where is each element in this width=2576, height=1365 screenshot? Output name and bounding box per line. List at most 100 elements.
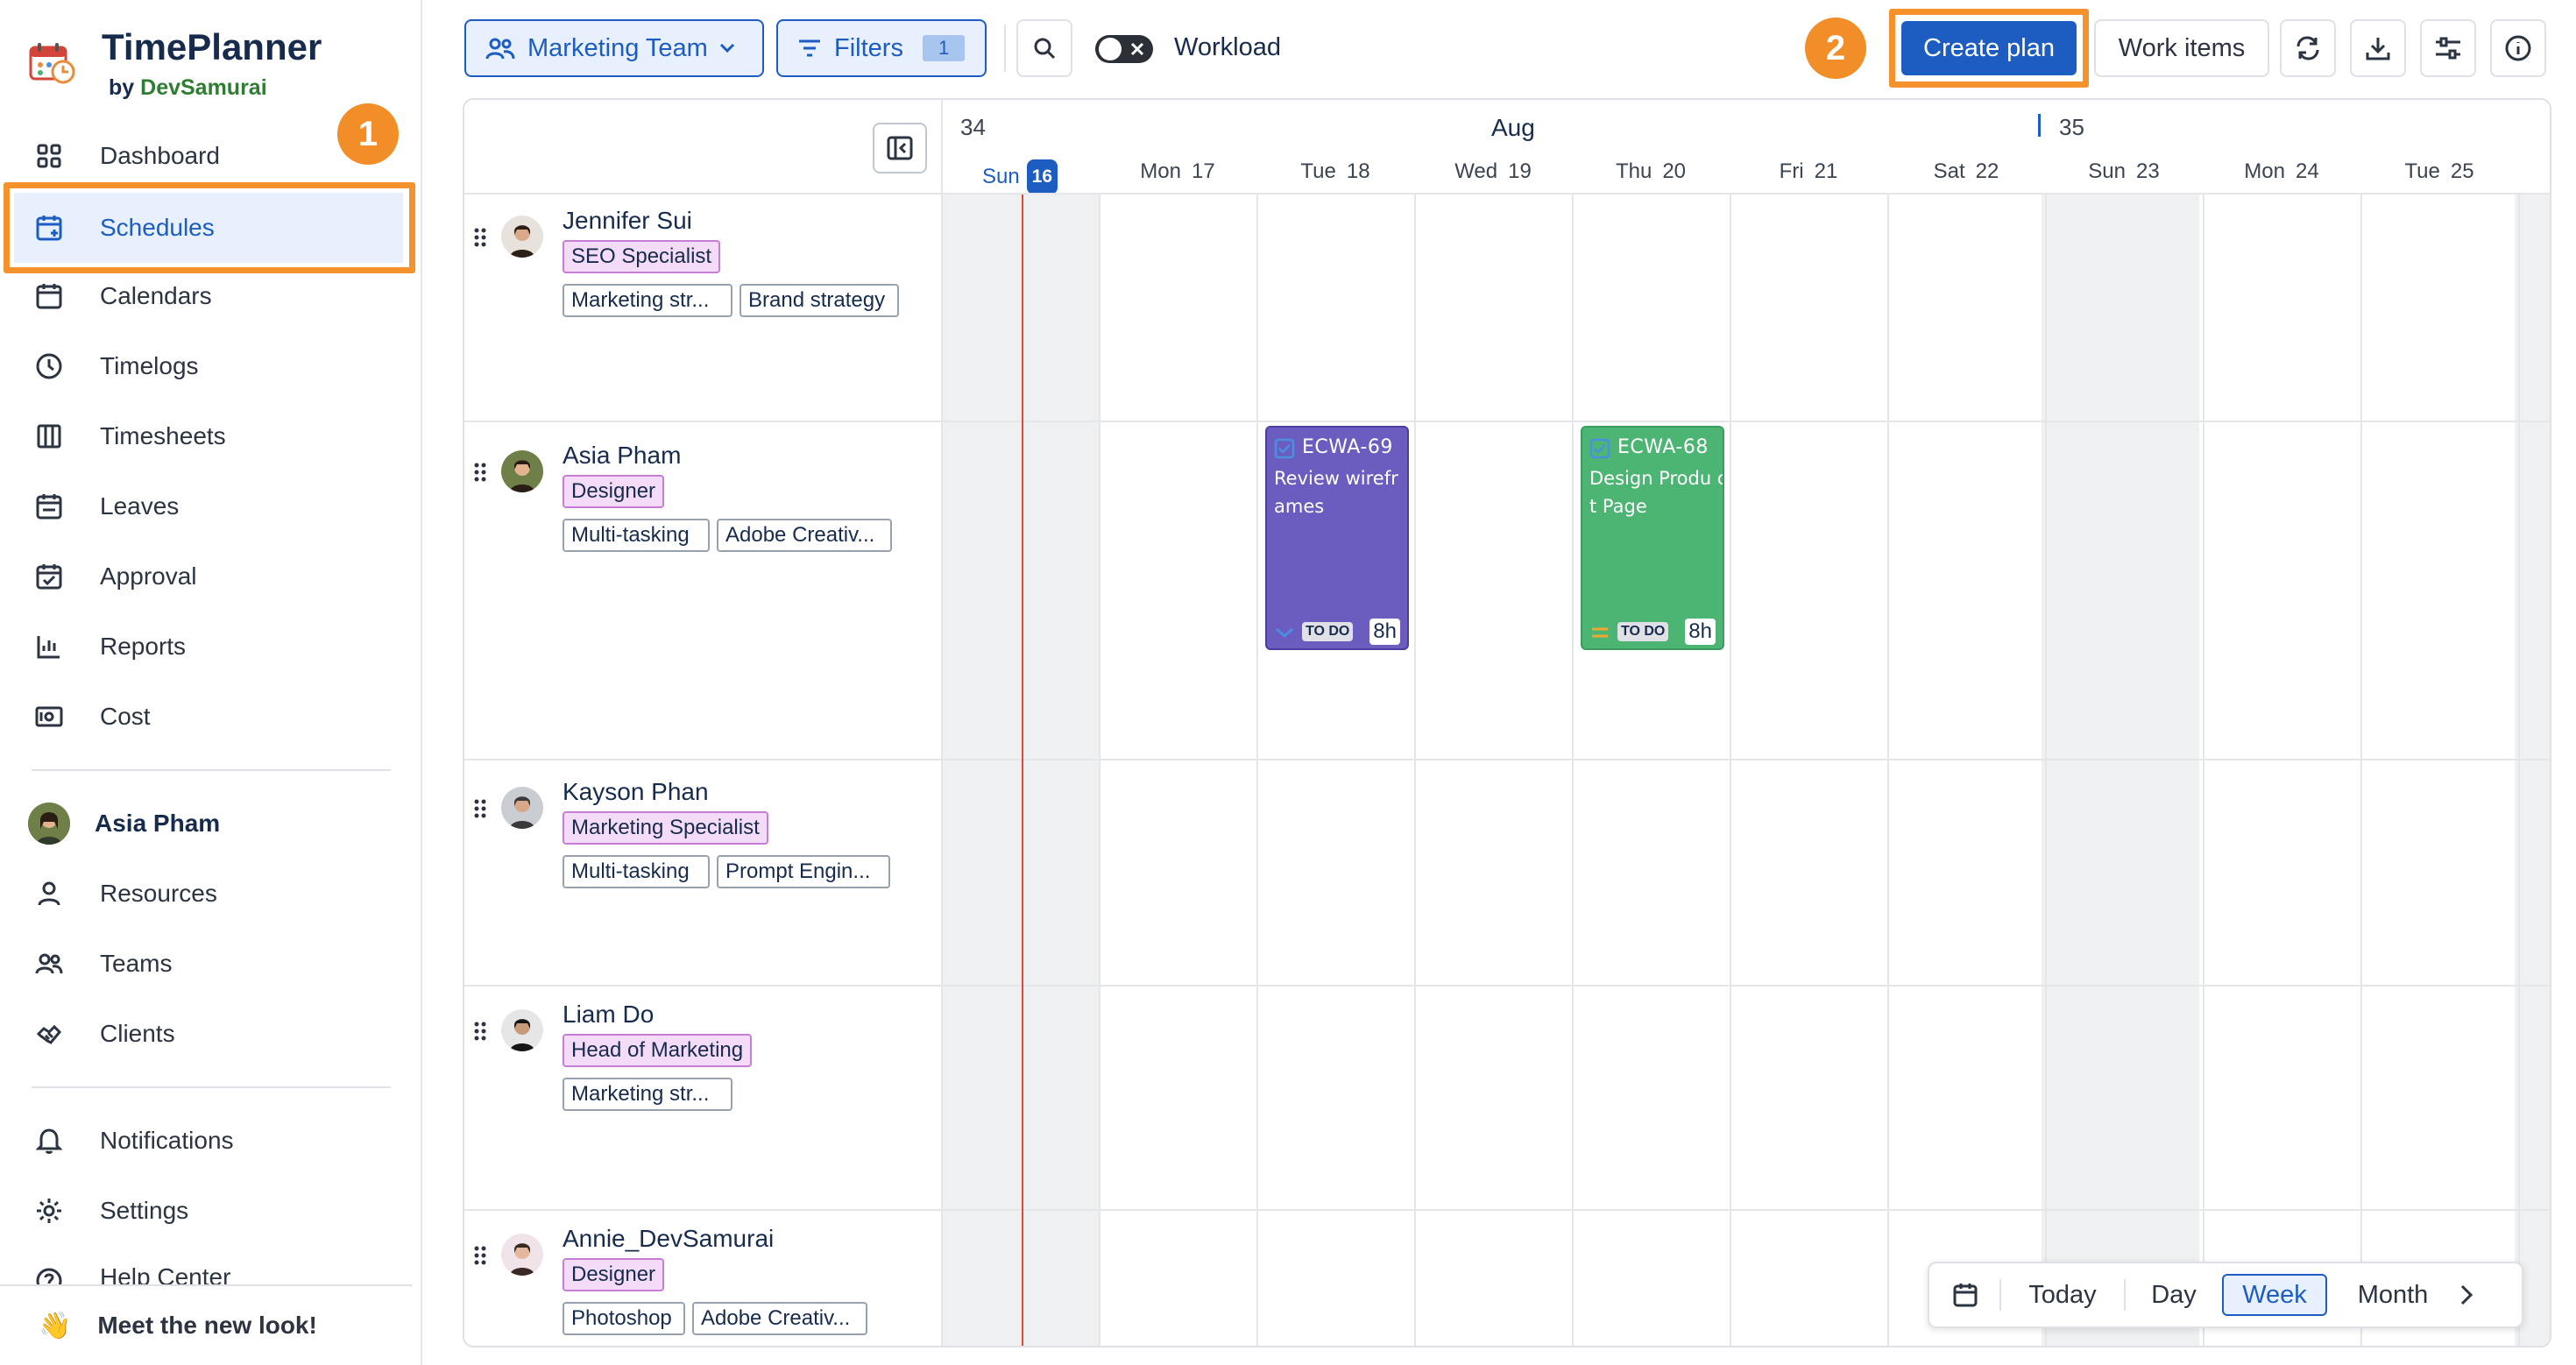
row-divider bbox=[464, 759, 2550, 760]
sidebar-item-help-center[interactable]: Help Center bbox=[9, 1248, 405, 1284]
view-switcher: Today Day Week Month bbox=[1928, 1262, 2523, 1328]
meet-new-look-banner[interactable]: 👋 Meet the new look! bbox=[0, 1284, 412, 1365]
chevron-right-icon[interactable] bbox=[2459, 1284, 2474, 1306]
role-tag: Designer bbox=[563, 475, 665, 508]
sidebar-item-reports[interactable]: Reports bbox=[9, 613, 405, 680]
sidebar-item-settings[interactable]: Settings bbox=[9, 1178, 405, 1244]
bell-icon bbox=[32, 1123, 67, 1158]
header-bottom-line bbox=[464, 193, 2550, 194]
sidebar-item-label: Teams bbox=[100, 950, 173, 977]
day-number: 19 bbox=[1508, 159, 1532, 183]
sidebar-item-label: Help Center bbox=[100, 1263, 231, 1284]
row-divider bbox=[464, 1209, 2550, 1211]
sidebar-item-schedules[interactable]: Schedules bbox=[14, 193, 403, 263]
filters-button[interactable]: Filters 1 bbox=[776, 19, 987, 77]
day-header: Tue 25 bbox=[2360, 159, 2518, 184]
refresh-button[interactable] bbox=[2280, 19, 2336, 77]
sidebar-item-label: Resources bbox=[100, 880, 217, 907]
sidebar-item-label: Schedules bbox=[100, 214, 215, 241]
download-button[interactable] bbox=[2350, 19, 2406, 77]
resource-name: Annie_DevSamurai bbox=[563, 1225, 775, 1252]
day-of-week: Sat bbox=[1933, 159, 1965, 183]
sidebar-item-cost[interactable]: Cost bbox=[9, 683, 405, 750]
week-number-35: 35 bbox=[2059, 114, 2084, 140]
day-header: Tue 18 bbox=[1256, 159, 1414, 184]
app-brand: DevSamurai bbox=[140, 75, 267, 100]
drag-handle-icon[interactable] bbox=[473, 1244, 487, 1267]
meet-new-look-label: Meet the new look! bbox=[97, 1312, 317, 1339]
column-line bbox=[1256, 194, 1258, 1346]
team-select[interactable]: Marketing Team bbox=[464, 19, 764, 77]
column-line bbox=[2360, 194, 2362, 1346]
month-view-button[interactable]: Month bbox=[2327, 1274, 2459, 1316]
day-header: Sat 22 bbox=[1887, 159, 2045, 184]
skill-tag: Prompt Engin... bbox=[717, 855, 890, 888]
create-plan-button[interactable]: Create plan bbox=[1901, 21, 2077, 75]
resource-avatar bbox=[501, 1234, 543, 1276]
handshake-icon bbox=[32, 1016, 67, 1051]
settings-sliders-button[interactable] bbox=[2420, 19, 2476, 77]
weekend-column bbox=[941, 194, 1099, 1346]
task-card[interactable]: ECWA-68 Design Produ ct Page TO DO 8h bbox=[1581, 426, 1724, 650]
column-line bbox=[1730, 194, 1731, 1346]
skill-tag: Brand strategy bbox=[740, 284, 899, 317]
waving-hand-icon: 👋 bbox=[39, 1311, 72, 1340]
schedule-grid: 34 Aug 35 Sun 16 Mon 17 Tue 18 Wed 19 Thu 20 Fri 21… bbox=[463, 98, 2551, 1347]
day-of-week: Mon bbox=[1140, 159, 1181, 183]
resource-avatar bbox=[501, 1009, 543, 1051]
sidebar-item-approval[interactable]: Approval bbox=[9, 543, 405, 610]
info-icon bbox=[2504, 34, 2532, 62]
today-button[interactable]: Today bbox=[2001, 1274, 2124, 1316]
month-label: Aug bbox=[1491, 114, 1535, 141]
sidebar-item-label: Settings bbox=[100, 1197, 189, 1224]
resource-avatar bbox=[501, 450, 543, 492]
close-icon bbox=[1130, 42, 1144, 56]
filters-count-badge: 1 bbox=[922, 35, 966, 61]
day-view-button[interactable]: Day bbox=[2126, 1274, 2222, 1316]
day-of-week: Wed bbox=[1454, 159, 1498, 183]
sidebar-item-timelogs[interactable]: Timelogs bbox=[9, 333, 405, 400]
sidebar-item-label: Dashboard bbox=[100, 142, 220, 169]
sidebar-item-timesheets[interactable]: Timesheets bbox=[9, 403, 405, 470]
priority-low-icon bbox=[1274, 626, 1295, 640]
collapse-panel-button[interactable] bbox=[873, 123, 927, 173]
sidebar-item-label: Calendars bbox=[100, 282, 212, 309]
app-subtitle: by DevSamurai bbox=[109, 75, 267, 101]
skill-tag: Marketing str... bbox=[563, 1078, 732, 1111]
drag-handle-icon[interactable] bbox=[473, 461, 487, 484]
drag-handle-icon[interactable] bbox=[473, 226, 487, 249]
column-line bbox=[2518, 194, 2520, 1346]
sidebar-item-calendars[interactable]: Calendars bbox=[9, 263, 405, 329]
role-tag: Marketing Specialist bbox=[563, 811, 768, 845]
resource-avatar bbox=[501, 216, 543, 258]
priority-medium-icon bbox=[1589, 626, 1610, 640]
sidebar-item-resources[interactable]: Resources bbox=[9, 860, 405, 927]
workload-toggle[interactable] bbox=[1095, 35, 1153, 63]
sidebar-item-leaves[interactable]: Leaves bbox=[9, 473, 405, 540]
day-header: Mon 17 bbox=[1099, 159, 1256, 184]
skill-tag: Multi-tasking bbox=[563, 519, 710, 552]
info-button[interactable] bbox=[2490, 19, 2546, 77]
drag-handle-icon[interactable] bbox=[473, 797, 487, 820]
task-hours: 8h bbox=[1685, 619, 1716, 645]
search-button[interactable] bbox=[1016, 19, 1072, 77]
task-card[interactable]: ECWA-69 Review wirefr ames TO DO 8h bbox=[1265, 426, 1409, 650]
sidebar-item-teams[interactable]: Teams bbox=[9, 930, 405, 997]
work-items-button[interactable]: Work items bbox=[2094, 19, 2269, 77]
day-number: 24 bbox=[2295, 159, 2319, 183]
cash-icon bbox=[32, 699, 67, 734]
sidebar-item-notifications[interactable]: Notifications bbox=[9, 1107, 405, 1174]
sidebar-item-dashboard[interactable]: Dashboard bbox=[9, 123, 405, 189]
role-tag: Designer bbox=[563, 1258, 665, 1291]
workload-label: Workload bbox=[1174, 33, 1281, 61]
drag-handle-icon[interactable] bbox=[473, 1020, 487, 1043]
role-tag: Head of Marketing bbox=[563, 1034, 753, 1067]
week-view-button[interactable]: Week bbox=[2222, 1274, 2327, 1316]
resource-name: Kayson Phan bbox=[563, 778, 709, 805]
sidebar-item-clients[interactable]: Clients bbox=[9, 1001, 405, 1067]
skill-tag: Marketing str... bbox=[563, 284, 732, 317]
calendar-icon[interactable] bbox=[1952, 1282, 1978, 1308]
column-line bbox=[1887, 194, 1889, 1346]
task-status-badge: TO DO bbox=[1302, 622, 1354, 641]
sidebar-user-asia-pham[interactable]: Asia Pham bbox=[9, 790, 405, 857]
